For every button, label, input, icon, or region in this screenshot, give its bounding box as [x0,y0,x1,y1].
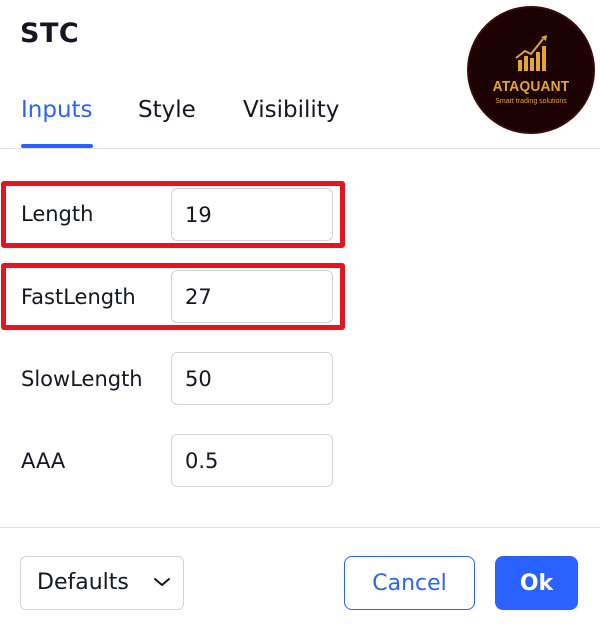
ok-button[interactable]: Ok [495,556,578,610]
indicator-settings-dialog: STC ATAQUANT Smart trading solutions Inp… [0,0,600,626]
tabs-divider [0,148,600,149]
length-input[interactable] [171,188,333,241]
tab-style[interactable]: Style [138,92,196,148]
footer-divider [0,527,600,528]
cancel-button[interactable]: Cancel [344,556,475,610]
tab-bar: Inputs Style Visibility [0,92,600,148]
slowlength-label: SlowLength [21,367,143,391]
fastlength-label: FastLength [21,285,136,309]
tab-visibility[interactable]: Visibility [243,92,339,148]
fastlength-input[interactable] [171,270,333,323]
slowlength-input[interactable] [171,352,333,405]
length-label: Length [21,202,94,226]
aaa-input[interactable] [171,434,333,487]
tab-inputs[interactable]: Inputs [21,92,93,148]
defaults-label: Defaults [37,570,129,595]
defaults-dropdown[interactable]: Defaults [20,556,184,610]
chevron-down-icon [154,578,170,586]
aaa-label: AAA [21,449,66,473]
dialog-title: STC [20,18,80,49]
